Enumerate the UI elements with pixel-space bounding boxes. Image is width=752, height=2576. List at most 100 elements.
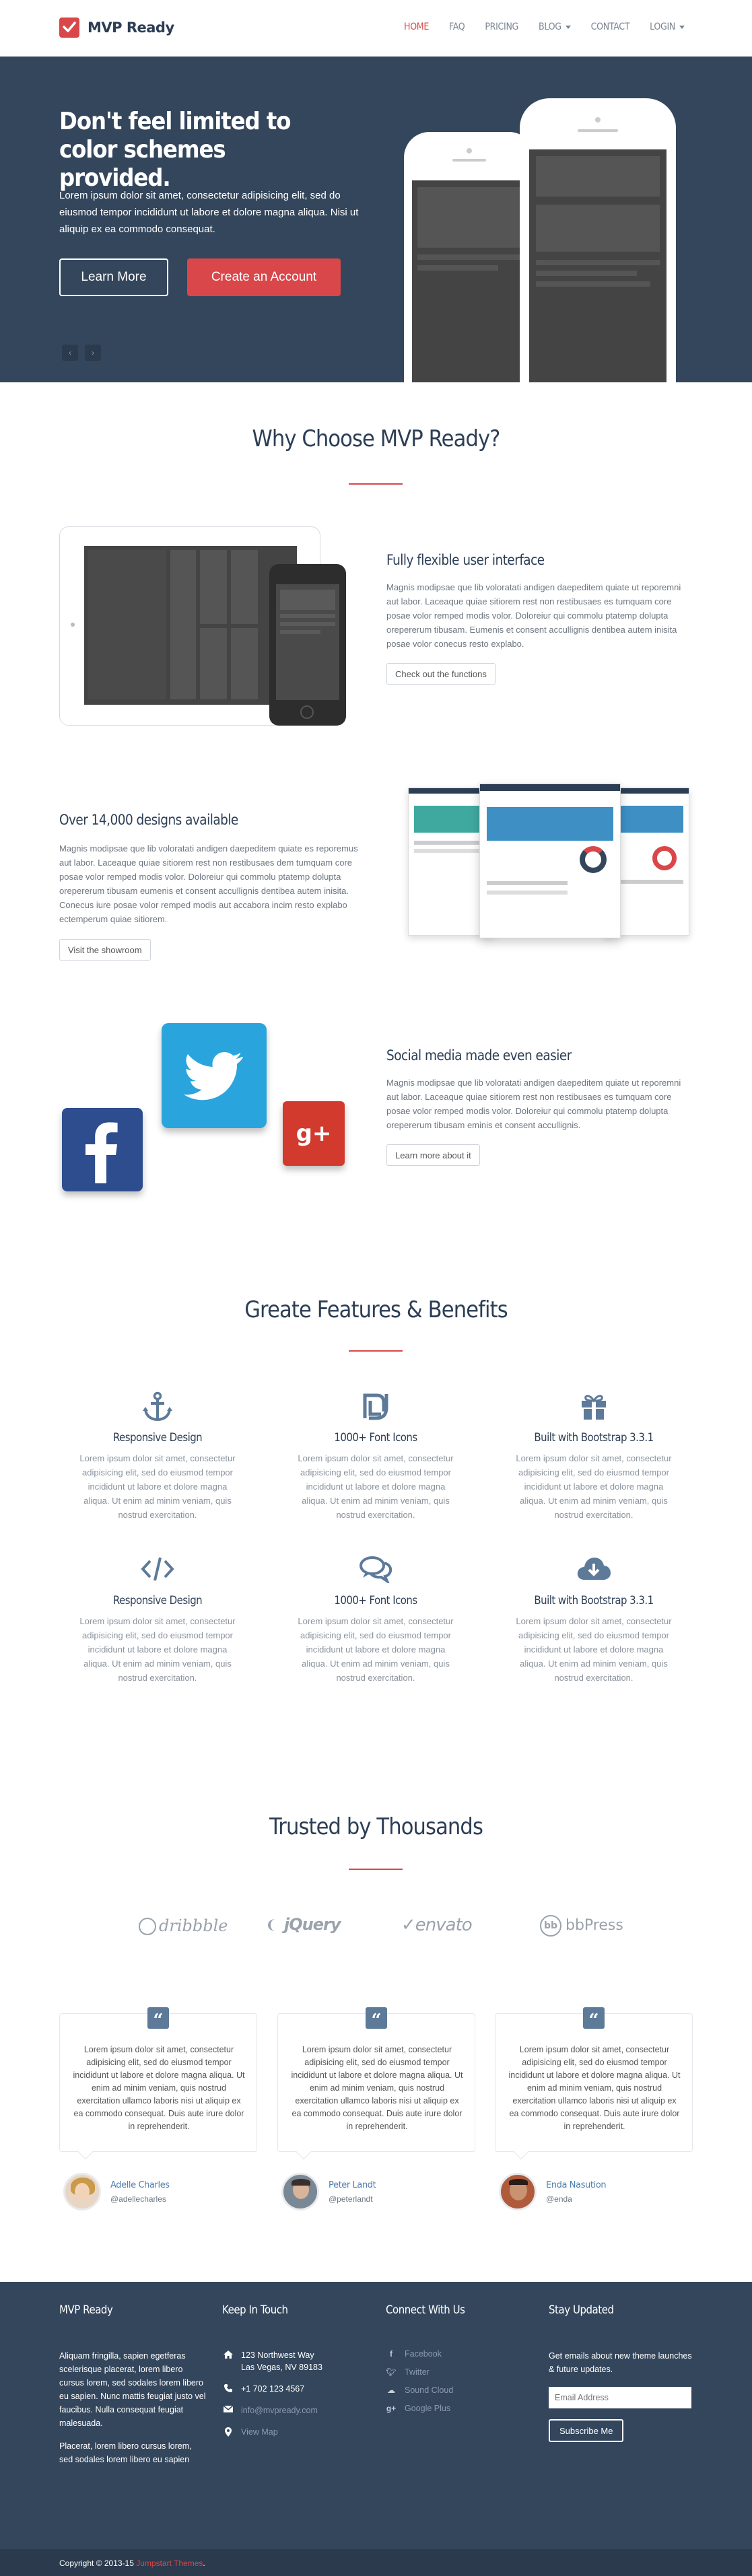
- top-navbar: MVP Ready HOME FAQ PRICING BLOG CONTACT …: [0, 0, 752, 57]
- jquery-logo: jQuery: [268, 1915, 341, 1934]
- address-item: 123 Northwest Way Las Vegas, NV 89183: [222, 2349, 357, 2373]
- slider-prev-button[interactable]: ‹: [62, 345, 78, 361]
- address-line-1: 123 Northwest Way: [241, 2351, 314, 2360]
- footer-newsletter: Stay Updated Get emails about new theme …: [549, 2303, 697, 2442]
- section-divider: [349, 1350, 403, 1352]
- copyright-bar: Copyright © 2013-15 Jumpstart Themes.: [0, 2549, 752, 2576]
- benefit-text: Lorem ipsum dolor sit amet, consectetur …: [298, 1453, 454, 1520]
- hero-slider: Don't feel limited to color schemes prov…: [0, 57, 752, 382]
- feature-text: Magnis modipsae que lib voloratati andig…: [386, 582, 681, 649]
- footer-about: MVP Ready Aliquam fringilla, sapien eget…: [59, 2303, 207, 2466]
- author-name[interactable]: Adelle Charles: [110, 2180, 170, 2190]
- benefit-text: Lorem ipsum dolor sit amet, consectetur …: [79, 1616, 236, 1683]
- trusted-title: Trusted by Thousands: [269, 1813, 483, 1840]
- subscribe-button[interactable]: Subscribe Me: [549, 2419, 624, 2442]
- nav-login[interactable]: LOGIN: [650, 22, 685, 32]
- visit-showroom-button[interactable]: Visit the showroom: [59, 939, 151, 961]
- bbpress-icon: bb: [540, 1915, 561, 1937]
- phone-back: [404, 132, 535, 382]
- feature-title: Fully flexible user interface: [386, 552, 545, 568]
- benefit-title: Built with Bootstrap 3.3.1: [534, 1594, 654, 1607]
- why-title: Why Choose MVP Ready?: [252, 425, 500, 452]
- nav-faq[interactable]: FAQ: [449, 22, 465, 32]
- social-soundcloud[interactable]: ☁ Sound Cloud: [386, 2386, 520, 2395]
- jumpstart-themes-link[interactable]: Jumpstart Themes: [136, 2558, 203, 2568]
- email-link[interactable]: info@mvpready.com: [241, 2404, 318, 2416]
- benefit-item: Responsive Design Lorem ipsum dolor sit …: [77, 1552, 238, 1685]
- create-account-button[interactable]: Create an Account: [187, 258, 341, 296]
- view-map-link[interactable]: View Map: [241, 2426, 278, 2438]
- check-functions-button[interactable]: Check out the functions: [386, 663, 495, 685]
- nav-contact[interactable]: CONTACT: [591, 22, 630, 32]
- author-name[interactable]: Peter Landt: [329, 2180, 376, 2190]
- map-item: View Map: [222, 2426, 357, 2438]
- gift-icon: [513, 1389, 675, 1423]
- testimonial-text: Lorem ipsum dolor sit amet, consectetur …: [291, 2045, 463, 2131]
- benefit-item: Built with Bootstrap 3.3.1 Lorem ipsum d…: [513, 1552, 675, 1685]
- social-facebook[interactable]: f Facebook: [386, 2349, 520, 2359]
- brand-logo[interactable]: MVP Ready: [59, 18, 174, 38]
- benefit-item: Responsive Design Lorem ipsum dolor sit …: [77, 1389, 238, 1522]
- author-handle: @peterlandt: [329, 2194, 373, 2204]
- twitter-icon: 🐦︎: [386, 2367, 397, 2377]
- social-twitter[interactable]: 🐦︎ Twitter: [386, 2367, 520, 2377]
- dribbble-logo: dribbble: [139, 1915, 228, 1936]
- testimonial-author: Enda Nasution @enda: [499, 2173, 607, 2211]
- testimonial-card: “ Lorem ipsum dolor sit amet, consectetu…: [277, 2007, 475, 2160]
- hero-text: Lorem ipsum dolor sit amet, consectetur …: [59, 190, 359, 235]
- google-plus-icon[interactable]: g+: [283, 1101, 345, 1166]
- chevron-down-icon: [679, 25, 685, 29]
- avatar: [499, 2173, 537, 2211]
- facebook-icon[interactable]: [62, 1108, 143, 1191]
- feature-title: Social media made even easier: [386, 1047, 572, 1064]
- facebook-icon: f: [390, 2349, 392, 2359]
- newsletter-email-input[interactable]: [549, 2387, 691, 2408]
- footer-about-title: MVP Ready: [59, 2303, 113, 2317]
- feature-text: Magnis modipsae que lib voloratati andig…: [59, 843, 358, 924]
- learn-more-social-button[interactable]: Learn more about it: [386, 1144, 480, 1166]
- benefits-title: Greate Features & Benefits: [244, 1296, 508, 1323]
- phone-item: +1 702 123 4567: [222, 2383, 357, 2395]
- footer-contact: Keep In Touch 123 Northwest Way Las Vegas…: [222, 2303, 357, 2447]
- copyright-text: Copyright © 2013-15 Jumpstart Themes.: [59, 2558, 205, 2568]
- feature-text: Magnis modipsae que lib voloratati andig…: [386, 1078, 681, 1130]
- page: MVP Ready HOME FAQ PRICING BLOG CONTACT …: [0, 0, 752, 2576]
- avatar: [63, 2173, 101, 2211]
- newsletter-text: Get emails about new theme launches & fu…: [549, 2351, 692, 2374]
- slider-next-button[interactable]: ›: [85, 345, 101, 361]
- bbpress-logo: bb bbPress: [540, 1915, 623, 1937]
- email-item: info@mvpready.com: [222, 2404, 357, 2416]
- testimonial-author: Adelle Charles @adellecharles: [63, 2173, 170, 2211]
- author-handle: @enda: [546, 2194, 572, 2204]
- benefit-item: 1000+ Font Icons Lorem ipsum dolor sit a…: [295, 1389, 456, 1522]
- learn-more-button[interactable]: Learn More: [59, 258, 168, 296]
- logo-check-icon: [59, 18, 79, 38]
- nav-blog-label: BLOG: [539, 22, 561, 32]
- testimonial-text: Lorem ipsum dolor sit amet, consectetur …: [73, 2045, 245, 2131]
- benefit-title: Responsive Design: [112, 1594, 203, 1607]
- envato-leaf-icon: ✓: [401, 1915, 416, 1935]
- address-line-2: Las Vegas, NV 89183: [241, 2363, 322, 2372]
- nav-pricing[interactable]: PRICING: [485, 22, 518, 32]
- nav-home[interactable]: HOME: [404, 22, 429, 32]
- footer-about-text: Aliquam fringilla, sapien egetferas scel…: [59, 2351, 206, 2428]
- envelope-icon: [222, 2404, 234, 2412]
- anchor-icon: [77, 1389, 238, 1423]
- comments-icon: [295, 1552, 456, 1586]
- author-name[interactable]: Enda Nasution: [546, 2180, 607, 2190]
- chevron-down-icon: [565, 25, 571, 29]
- nav-blog[interactable]: BLOG: [539, 22, 571, 32]
- twitter-icon[interactable]: [162, 1023, 267, 1128]
- map-marker-icon: [222, 2426, 234, 2437]
- phone-illustration: [269, 564, 346, 726]
- shekel-icon: [295, 1389, 456, 1423]
- footer-contact-title: Keep In Touch: [222, 2303, 288, 2317]
- phone-front: [520, 98, 676, 382]
- benefit-text: Lorem ipsum dolor sit amet, consectetur …: [298, 1616, 454, 1683]
- quote-icon: “: [366, 2007, 387, 2031]
- cloud-download-icon: [513, 1552, 675, 1586]
- social-googleplus[interactable]: g+ Google Plus: [386, 2404, 520, 2413]
- dribbble-icon: [139, 1918, 156, 1936]
- phone-icon: [222, 2383, 234, 2392]
- feature-title: Over 14,000 designs available: [59, 812, 238, 828]
